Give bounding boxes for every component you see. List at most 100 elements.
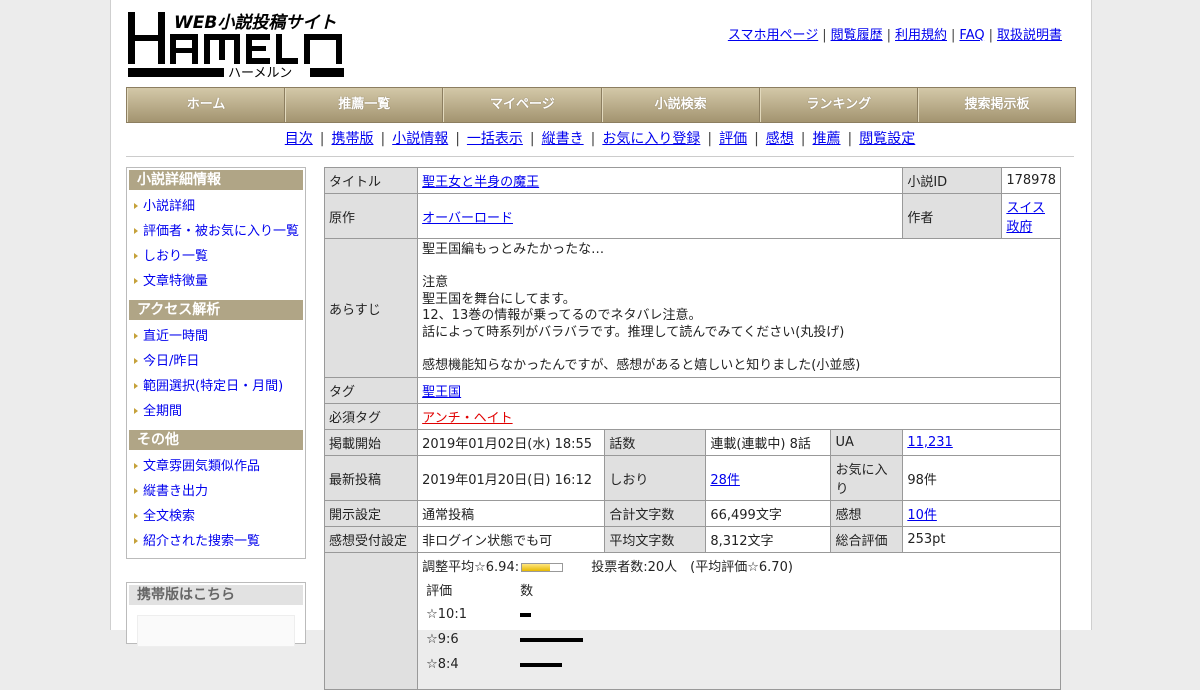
- ua-link[interactable]: 11,231: [907, 435, 953, 450]
- manual-link[interactable]: 取扱説明書: [997, 28, 1062, 43]
- stat-label: 平均文字数: [604, 526, 707, 553]
- faq-link[interactable]: FAQ: [959, 28, 984, 43]
- mobile-version-link[interactable]: 携帯版: [331, 131, 373, 147]
- synopsis-line: 12、13巻の情報が乗ってるのでネタバレ注意。: [422, 308, 702, 323]
- show-all-link[interactable]: 一括表示: [467, 131, 523, 147]
- dist-rating-label: ☆10:1: [426, 607, 467, 622]
- stat-value: 8,312文字: [705, 526, 832, 553]
- nav-home[interactable]: ホーム: [127, 88, 286, 122]
- synopsis-label: あらすじ: [323, 238, 419, 378]
- stat-value: 2019年01月02日(水) 18:55: [417, 429, 606, 456]
- dist-rating-label: ☆9:6: [426, 632, 459, 647]
- tag-cell: 聖王国: [417, 377, 1061, 404]
- hameln-logo-icon: WEB小説投稿サイト ハーメルン: [128, 12, 344, 81]
- stat-label: 開示設定: [323, 500, 419, 527]
- rating-bar: [521, 563, 564, 572]
- novel-info-link[interactable]: 小説情報: [392, 131, 448, 147]
- sidebar-item-last-hour[interactable]: 直近一時間: [127, 324, 305, 349]
- site-logo[interactable]: WEB小説投稿サイト ハーメルン: [126, 10, 346, 81]
- comment-count-link[interactable]: 10件: [907, 508, 937, 523]
- title-link[interactable]: 聖王女と半身の魔王: [422, 175, 539, 190]
- novel-id-label: 小説ID: [902, 167, 1003, 194]
- stat-value: 2019年01月20日(日) 16:12: [417, 455, 606, 501]
- dist-bar-cell: [516, 602, 587, 627]
- top-links: スマホ用ページ | 閲覧履歴 | 利用規約 | FAQ | 取扱説明書: [728, 24, 1062, 43]
- table-row: 評価 数: [422, 577, 587, 602]
- add-favorite-link[interactable]: お気に入り登録: [602, 131, 700, 147]
- author-label: 作者: [902, 193, 1003, 239]
- stat-label: 最新投稿: [323, 455, 419, 501]
- rate-link[interactable]: 評価: [719, 131, 747, 147]
- history-link[interactable]: 閲覧履歴: [831, 28, 883, 43]
- nav-recommendations[interactable]: 推薦一覧: [285, 88, 444, 122]
- sidebar-item-label[interactable]: 縦書き出力: [143, 484, 208, 499]
- sidebar-item-label[interactable]: 全期間: [143, 404, 182, 419]
- sidebar-item-range-select[interactable]: 範囲選択(特定日・月間): [127, 374, 305, 399]
- separator: |: [847, 131, 853, 147]
- nav-mypage[interactable]: マイページ: [443, 88, 602, 122]
- sidebar-item-label[interactable]: 範囲選択(特定日・月間): [143, 379, 283, 394]
- bookmark-count-link[interactable]: 28件: [710, 473, 740, 488]
- table-row: 掲載開始 2019年01月02日(水) 18:55 話数 連載(連載中) 8話 …: [323, 429, 1061, 456]
- title-cell: 聖王女と半身の魔王: [417, 167, 904, 194]
- sidebar-item-novel-details[interactable]: 小説詳細: [127, 194, 305, 219]
- adjusted-average: 調整平均☆6.94:: [422, 560, 520, 575]
- original-cell: オーバーロード: [417, 193, 904, 239]
- vertical-link[interactable]: 縦書き: [542, 131, 584, 147]
- nav-search-board[interactable]: 捜索掲示板: [917, 88, 1075, 122]
- sidebar-item-label[interactable]: しおり一覧: [143, 249, 208, 264]
- divider: [126, 156, 1074, 157]
- sidebar-item-label[interactable]: 紹介された搜索一覧: [143, 534, 260, 549]
- table-row: ☆8:4: [422, 652, 587, 677]
- original-link[interactable]: オーバーロード: [422, 211, 513, 226]
- comments-link[interactable]: 感想: [766, 131, 794, 147]
- required-tag-cell: アンチ・ヘイト: [417, 403, 1061, 430]
- dist-header-rating: 評価: [426, 584, 453, 599]
- separator: |: [988, 28, 993, 43]
- nav-ranking[interactable]: ランキング: [759, 88, 918, 122]
- sidebar-item-label[interactable]: 今日/昨日: [143, 354, 199, 369]
- stat-label: UA: [830, 429, 904, 456]
- smartphone-page-link[interactable]: スマホ用ページ: [728, 28, 818, 43]
- nav-novel-search[interactable]: 小説検索: [601, 88, 760, 122]
- synopsis-line: 感想機能知らなかったんですが、感想があると嬉しいと知りました(小並感): [422, 357, 861, 373]
- sidebar-item-label[interactable]: 全文検索: [143, 509, 195, 524]
- sidebar-item-today-yesterday[interactable]: 今日/昨日: [127, 349, 305, 374]
- table-row: 感想受付設定 非ログイン状態でも可 平均文字数 8,312文字 総合評価 253…: [323, 526, 1061, 553]
- synopsis-line: [422, 259, 1056, 276]
- sidebar-item-raters[interactable]: 評価者・被お気に入り一覧: [127, 219, 305, 244]
- sidebar-item-similar-works[interactable]: 文章雰囲気類似作品: [127, 454, 305, 479]
- sidebar-item-label[interactable]: 文章特徴量: [143, 274, 208, 289]
- tag-link[interactable]: 聖王国: [422, 385, 461, 400]
- sidebar-item-label[interactable]: 直近一時間: [143, 329, 208, 344]
- novel-id-value: 178978: [1001, 167, 1061, 194]
- author-link[interactable]: スイス政府: [1006, 201, 1045, 235]
- rating-bar-fill: [522, 564, 550, 571]
- sidebar-item-vertical-output[interactable]: 縦書き出力: [127, 479, 305, 504]
- dist-header-count: 数: [520, 584, 534, 599]
- sidebar-item-bookmarks[interactable]: しおり一覧: [127, 244, 305, 269]
- novel-info-table: タイトル 聖王女と半身の魔王 小説ID 178978 原作 オーバーロード 作者…: [323, 167, 1061, 690]
- view-settings-link[interactable]: 閲覧設定: [859, 131, 915, 147]
- terms-link[interactable]: 利用規約: [895, 28, 947, 43]
- table-row: 必須タグ アンチ・ヘイト: [323, 403, 1061, 430]
- required-tag-link[interactable]: アンチ・ヘイト: [422, 411, 512, 426]
- recommend-link[interactable]: 推薦: [813, 131, 841, 147]
- mobile-qr-area: [137, 615, 295, 647]
- sidebar: 小説詳細情報 小説詳細 評価者・被お気に入り一覧 しおり一覧 文章特徴量 アクセ…: [126, 167, 306, 559]
- dist-rating-label: ☆8:4: [426, 657, 459, 672]
- dist-bar-cell: [516, 627, 587, 652]
- synopsis-line: 聖王国を舞台にしてます。: [422, 291, 576, 307]
- sidebar-item-label[interactable]: 小説詳細: [143, 199, 195, 214]
- rating-label-cell: [323, 552, 419, 690]
- sidebar-item-all-time[interactable]: 全期間: [127, 399, 305, 424]
- sidebar-item-full-text-search[interactable]: 全文検索: [127, 504, 305, 529]
- sidebar-item-label[interactable]: 評価者・被お気に入り一覧: [143, 224, 299, 239]
- synopsis-line: 聖王国編もっとみたかったな…: [422, 242, 605, 257]
- sidebar-item-label[interactable]: 文章雰囲気類似作品: [143, 459, 260, 474]
- stat-label: お気に入り: [830, 455, 904, 501]
- stat-label: しおり: [604, 455, 707, 501]
- sidebar-item-introduced-searches[interactable]: 紹介された搜索一覧: [127, 529, 305, 554]
- toc-link[interactable]: 目次: [285, 131, 313, 147]
- sidebar-item-text-features[interactable]: 文章特徴量: [127, 269, 305, 294]
